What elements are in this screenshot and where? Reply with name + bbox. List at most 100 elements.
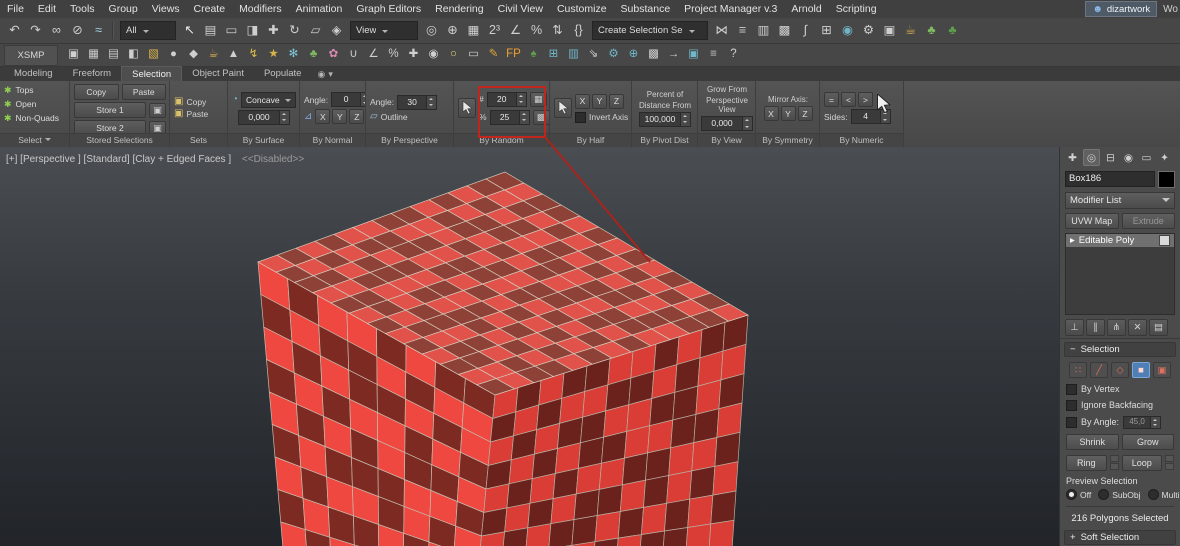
- extrude-button[interactable]: Extrude: [1121, 212, 1175, 229]
- normal-angle-spinner[interactable]: 0: [331, 92, 365, 107]
- lattice-icon[interactable]: ⊞: [544, 46, 563, 65]
- named-selection-sets-icon[interactable]: {}: [568, 20, 589, 41]
- slate-icon[interactable]: ▣: [684, 46, 703, 65]
- panel-tab-hierarchy[interactable]: ⊟: [1103, 150, 1118, 165]
- stack-visibility-toggle[interactable]: [1159, 234, 1170, 246]
- help-icon[interactable]: ?: [724, 46, 743, 65]
- loop-spinner[interactable]: [1165, 454, 1174, 471]
- ribbon-minimize-icon[interactable]: ▾: [328, 68, 333, 81]
- select-and-manipulate-icon[interactable]: ⊕: [442, 20, 463, 41]
- populate-tree-icon[interactable]: ♣: [921, 20, 942, 41]
- display-icon[interactable]: ▤: [104, 46, 123, 65]
- panel-tab-utilities[interactable]: ✦: [1157, 150, 1172, 165]
- normal-axis-button[interactable]: Y: [332, 109, 348, 124]
- snowflake-icon[interactable]: ✻: [284, 46, 303, 65]
- select-non-quads[interactable]: ✱ Non-Quads: [4, 112, 66, 124]
- menu-item[interactable]: File: [0, 0, 31, 18]
- panel-tab-motion[interactable]: ◉: [1121, 150, 1136, 165]
- rendered-frame-icon[interactable]: ▣: [879, 20, 900, 41]
- camera-icon[interactable]: ◉: [424, 46, 443, 65]
- subobject-polygon-icon[interactable]: ■: [1132, 362, 1150, 378]
- selection-region-icon[interactable]: ▭: [221, 20, 242, 41]
- preview-radio[interactable]: Off: [1066, 489, 1091, 500]
- uvw-map-button[interactable]: UVW Map: [1065, 212, 1119, 229]
- tree-icon[interactable]: ♣: [304, 46, 323, 65]
- toolbar-tab-xsmp[interactable]: XSMP: [4, 44, 58, 66]
- select-and-link-icon[interactable]: ∞: [46, 20, 67, 41]
- viewport-layout-icon[interactable]: ◧: [124, 46, 143, 65]
- angle-snap-icon[interactable]: ∠: [505, 20, 526, 41]
- spinner-snap-icon[interactable]: ⇅: [547, 20, 568, 41]
- make-unique-icon[interactable]: ⋔: [1107, 319, 1126, 336]
- store-1-options-button[interactable]: ▣: [149, 102, 166, 118]
- symmetry-axis-button[interactable]: X: [763, 106, 779, 121]
- undo-icon[interactable]: ↶: [4, 20, 25, 41]
- select-open[interactable]: ✱ Open: [4, 98, 66, 110]
- viewport-label[interactable]: [+] [Perspective ] [Standard] [Clay + Ed…: [6, 154, 304, 165]
- select-by-name-icon[interactable]: ▤: [200, 20, 221, 41]
- preview-radio[interactable]: Multi: [1147, 489, 1180, 500]
- perspective-viewport[interactable]: [+] [Perspective ] [Standard] [Clay + Ed…: [0, 147, 1060, 546]
- menu-item[interactable]: Create: [187, 0, 233, 18]
- menu-item[interactable]: Scripting: [829, 0, 884, 18]
- invert-axis-checkbox[interactable]: [575, 111, 586, 123]
- random-deselect-button[interactable]: ▩: [532, 109, 549, 125]
- snaps-toggle-icon[interactable]: 2³: [484, 20, 505, 41]
- named-selection-set-dropdown[interactable]: Create Selection Se: [592, 21, 708, 40]
- lightning-icon[interactable]: ↯: [244, 46, 263, 65]
- render-production-icon[interactable]: ☕: [900, 20, 921, 41]
- redo-icon[interactable]: ↷: [25, 20, 46, 41]
- normal-axis-button[interactable]: Z: [349, 109, 365, 124]
- by-angle-checkbox[interactable]: [1066, 416, 1077, 428]
- subobject-border-icon[interactable]: ◇: [1111, 362, 1129, 378]
- workspace-label[interactable]: Wo: [1163, 4, 1178, 15]
- soft-selection-rollout-header[interactable]: + Soft Selection: [1064, 530, 1176, 545]
- select-and-place-icon[interactable]: ◈: [326, 20, 347, 41]
- ribbon-tab-object-paint[interactable]: Object Paint: [182, 66, 254, 81]
- magnet-icon[interactable]: ∪: [344, 46, 363, 65]
- grow-button[interactable]: Grow: [1121, 433, 1174, 450]
- panel-label-select[interactable]: Select: [0, 133, 69, 147]
- store-2-options-button[interactable]: ▣: [149, 120, 166, 133]
- ribbon-tab-populate[interactable]: Populate: [254, 66, 312, 81]
- material-editor-icon[interactable]: ◉: [837, 20, 858, 41]
- reference-coordinate-dropdown[interactable]: View: [350, 21, 418, 40]
- random-count-spinner[interactable]: 20: [486, 91, 527, 107]
- angle-measure-icon[interactable]: ∠: [364, 46, 383, 65]
- package-icon[interactable]: ▩: [644, 46, 663, 65]
- pin-stack-icon[interactable]: ⊥: [1065, 319, 1084, 336]
- grid-snap-icon[interactable]: ▦: [84, 46, 103, 65]
- panel-tab-create[interactable]: ✚: [1065, 150, 1080, 165]
- menu-item[interactable]: Customize: [550, 0, 614, 18]
- sets-copy-button[interactable]: Copy: [186, 97, 206, 107]
- modifier-stack[interactable]: ▸ Editable Poly: [1065, 232, 1175, 315]
- show-end-result-icon[interactable]: ∥: [1086, 319, 1105, 336]
- menu-item[interactable]: Group: [102, 0, 145, 18]
- normal-axis-button[interactable]: X: [315, 109, 331, 124]
- sides-spinner[interactable]: 4: [850, 109, 891, 124]
- selection-filter-dropdown[interactable]: All: [120, 21, 176, 40]
- by-vertex-checkbox[interactable]: [1066, 383, 1077, 395]
- store-1-button[interactable]: Store 1: [74, 102, 146, 118]
- keyboard-override-icon[interactable]: ▦: [463, 20, 484, 41]
- curve-editor-icon[interactable]: ∫: [795, 20, 816, 41]
- use-pivot-point-icon[interactable]: ◎: [421, 20, 442, 41]
- geometry-icon[interactable]: ◆: [184, 46, 203, 65]
- menu-item[interactable]: Animation: [289, 0, 350, 18]
- pivot-distance-spinner[interactable]: 100,000: [639, 111, 691, 127]
- symmetry-axis-button[interactable]: Y: [780, 106, 796, 121]
- ignore-backfacing-checkbox[interactable]: [1066, 399, 1077, 411]
- menu-item[interactable]: Tools: [63, 0, 102, 18]
- preview-radio[interactable]: SubObj: [1098, 489, 1141, 500]
- ring-button[interactable]: Ring: [1066, 454, 1107, 471]
- menu-item[interactable]: Edit: [31, 0, 63, 18]
- axis-tripod-icon[interactable]: ✚: [404, 46, 423, 65]
- bars-icon[interactable]: ▥: [564, 46, 583, 65]
- stack-item-editable-poly[interactable]: ▸ Editable Poly: [1066, 233, 1174, 247]
- object-name-field[interactable]: Box186: [1065, 171, 1155, 187]
- box-primitive-icon[interactable]: ▧: [144, 46, 163, 65]
- arrow-icon[interactable]: →: [664, 46, 683, 65]
- teapot-icon[interactable]: ☕: [204, 46, 223, 65]
- mirror-icon[interactable]: ⋈: [711, 20, 732, 41]
- schematic-view-icon[interactable]: ⊞: [816, 20, 837, 41]
